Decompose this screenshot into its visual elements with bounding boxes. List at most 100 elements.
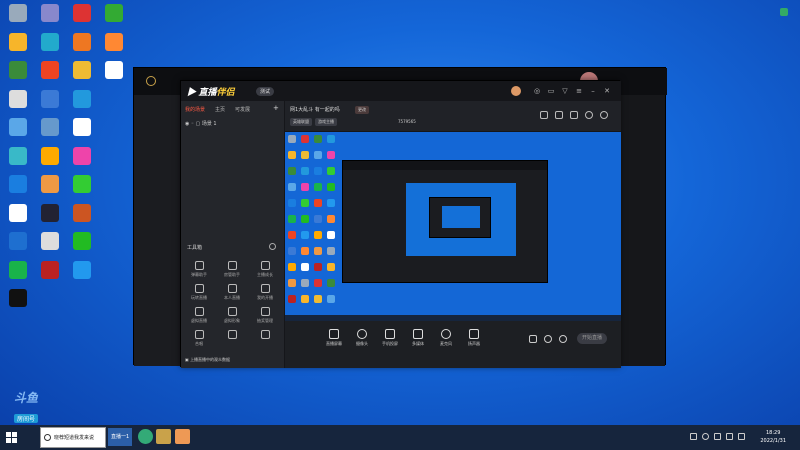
source-button[interactable]: 扬声器 — [461, 329, 487, 347]
tool-label: 弹幕助手 — [191, 272, 207, 277]
toolbox-item[interactable]: 我的开播 — [252, 284, 278, 306]
role-tag[interactable]: 游戏主播 — [315, 118, 337, 126]
preview-desktop-icon — [301, 279, 309, 287]
taskbar-active-window[interactable]: 直播一1 — [108, 428, 133, 446]
toolbox-item[interactable]: 房管助手 — [219, 261, 245, 283]
menu-icon[interactable]: ≡ — [575, 87, 583, 95]
app-titlebar: ▶ 直播伴侣 测试 ◎ ▭ ▽ ≡ – ✕ — [181, 81, 621, 101]
windows-start-icon[interactable] — [6, 432, 17, 443]
sidebar-bottom-hint[interactable]: ▣ 上播直播中的观众数据 — [185, 357, 230, 363]
preview-desktop-icon — [314, 263, 322, 271]
taskbar-search[interactable]: 晓荐短道我发来说 — [40, 427, 106, 448]
app-icon — [41, 61, 59, 79]
app-icon — [41, 260, 59, 279]
share-icon[interactable] — [585, 111, 593, 119]
settings-icon[interactable] — [600, 111, 608, 119]
source-controls: 直播屏幕 摄像头 手机投屏 多媒体 麦克风 扬声器 开始直播 — [285, 321, 621, 368]
volume-icon[interactable] — [726, 433, 733, 440]
stream-preview[interactable] — [285, 132, 621, 321]
tab-home[interactable]: 主页 — [215, 106, 225, 113]
source-button[interactable]: 直播屏幕 — [321, 329, 347, 347]
shirt-icon[interactable]: ▽ — [561, 87, 569, 95]
preview-desktop-icon — [288, 279, 296, 287]
ime-icon[interactable] — [738, 433, 745, 440]
record-icon[interactable] — [544, 335, 552, 343]
app-logo: ▶ 直播伴侣 — [187, 87, 235, 97]
room-id: 7579565 — [398, 119, 416, 124]
room-header: 网1大乱斗 有一起的吗 更改 英雄联盟 游戏主播 7579565 — [285, 101, 621, 132]
preview-desktop-icon — [301, 183, 309, 191]
tray-chevron-icon[interactable] — [690, 433, 697, 440]
taskbar-app-icon-2[interactable] — [156, 429, 171, 444]
layout-icon[interactable] — [529, 335, 537, 343]
tab-scenes[interactable]: 我的场景 — [185, 106, 205, 113]
preview-desktop-icon — [301, 231, 309, 239]
taskbar-app-icon-3[interactable] — [175, 429, 190, 444]
tab-develop[interactable]: 可发展 — [235, 106, 250, 113]
preview-desktop-icon — [327, 183, 335, 191]
tool-icon — [227, 284, 237, 293]
preview-desktop-icon — [314, 167, 322, 175]
start-stream-button[interactable]: 开始直播 — [577, 333, 607, 344]
taskbar-app-icon-1[interactable] — [138, 429, 153, 444]
source-button[interactable]: 手机投屏 — [377, 329, 403, 347]
version-badge: 测试 — [256, 87, 275, 96]
preview-desktop-icon — [327, 263, 335, 271]
app-icon — [41, 4, 59, 22]
tray-icon-1[interactable] — [702, 433, 709, 440]
preview-desktop-icon — [288, 231, 296, 239]
tool-icon — [194, 261, 204, 270]
app-icon — [73, 260, 91, 279]
toolbox-item[interactable]: 本人直播 — [219, 284, 245, 306]
source-label: 摄像头 — [356, 341, 368, 346]
tool-label: 合唱 — [195, 341, 203, 346]
change-title-button[interactable]: 更改 — [355, 106, 369, 114]
tool-icon — [260, 261, 270, 270]
toolbox-item[interactable]: 主播成长 — [252, 261, 278, 283]
source-button[interactable]: 多媒体 — [405, 329, 431, 347]
desktop-icon[interactable] — [66, 260, 98, 297]
toolbox-item[interactable] — [252, 330, 278, 352]
tool-icon-3[interactable] — [570, 111, 578, 119]
tool-icon — [260, 330, 270, 339]
toolbox-item[interactable]: 弹幕助手 — [186, 261, 212, 283]
toolbox-more-icon[interactable] — [269, 243, 276, 250]
user-avatar[interactable] — [511, 86, 521, 96]
toolbox-item[interactable]: 抽奖管理 — [252, 307, 278, 329]
source-label: 手机投屏 — [382, 341, 398, 346]
gift-icon[interactable]: ▭ — [547, 87, 555, 95]
toolbox-item[interactable]: 虚拟直播 — [186, 307, 212, 329]
tool-icon-2[interactable] — [555, 111, 563, 119]
toolbox-item[interactable]: 虚拟形象 — [219, 307, 245, 329]
logo-suffix: 伴侣 — [216, 87, 235, 97]
desktop-icons — [0, 0, 130, 425]
preview-desktop-icon — [327, 167, 335, 175]
toolbox-item[interactable] — [219, 330, 245, 352]
scene-item[interactable]: ◉ ◦ ▢ 场景 1 — [185, 120, 217, 127]
tool-icon-1[interactable] — [540, 111, 548, 119]
minimize-icon[interactable]: – — [589, 87, 597, 95]
tool-label: 虚拟形象 — [224, 318, 240, 323]
toolbox-item[interactable]: 玩转直播 — [186, 284, 212, 306]
desktop-icon[interactable] — [98, 61, 130, 97]
desktop-icon[interactable] — [2, 289, 34, 325]
toolbox-item[interactable]: 合唱 — [186, 330, 212, 352]
add-scene-icon[interactable]: + — [273, 104, 279, 112]
source-button[interactable]: 麦克风 — [433, 329, 459, 347]
network-icon[interactable] — [714, 433, 721, 440]
app-icon — [73, 32, 91, 51]
close-icon[interactable]: ✕ — [603, 87, 611, 95]
gear-icon[interactable] — [559, 335, 567, 343]
app-icon — [73, 203, 91, 222]
taskbar: 晓荐短道我发来说 直播一1 18:29 2022/1/31 — [0, 425, 800, 450]
app-icon — [73, 175, 91, 193]
app-icon — [105, 61, 123, 79]
preview-desktop-icon — [288, 151, 296, 159]
category-tag[interactable]: 英雄联盟 — [290, 118, 312, 126]
desktop-icon[interactable] — [34, 260, 66, 297]
taskbar-clock[interactable]: 18:29 2022/1/31 — [760, 429, 786, 445]
shortcut-icon[interactable] — [780, 8, 788, 16]
source-button[interactable]: 摄像头 — [349, 329, 375, 347]
mail-icon[interactable]: ◎ — [533, 87, 541, 95]
preview-desktop-icon — [301, 247, 309, 255]
